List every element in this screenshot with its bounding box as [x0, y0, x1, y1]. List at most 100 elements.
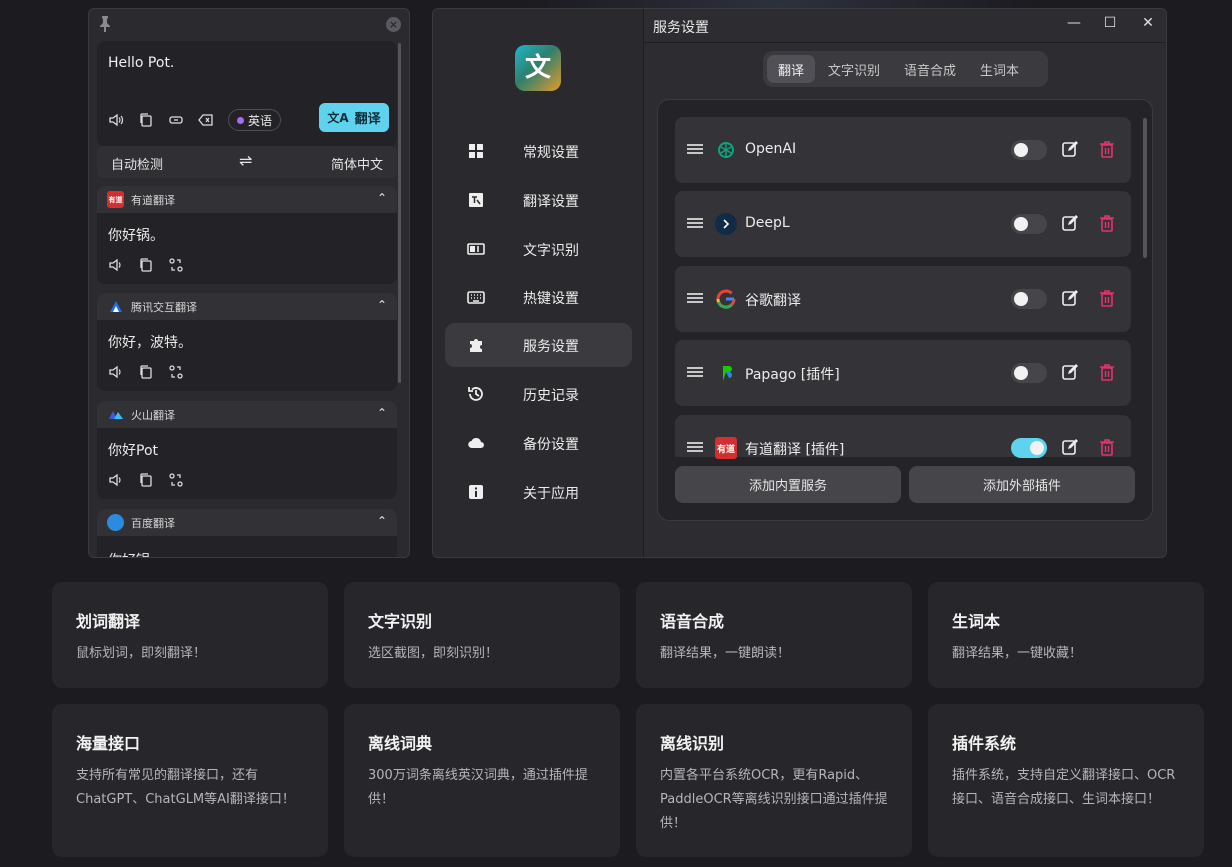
- cloud-icon: [467, 434, 485, 452]
- feature-description: 翻译结果，一键收藏！: [952, 646, 1083, 661]
- collapse-chevron-icon[interactable]: ⌃: [377, 406, 387, 420]
- delete-icon[interactable]: [1099, 140, 1115, 158]
- edit-icon[interactable]: [1061, 438, 1079, 456]
- drag-handle-icon[interactable]: [687, 442, 703, 452]
- delete-icon[interactable]: [1099, 363, 1115, 381]
- swap-languages-icon[interactable]: ⇌: [239, 151, 252, 170]
- feature-card-selection-translate: 划词翻译 鼠标划词，即刻翻译！: [52, 582, 328, 688]
- service-card-header[interactable]: 腾讯交互翻译 ⌃: [97, 293, 397, 320]
- feature-description: 支持所有常见的翻译接口，还有ChatGPT、ChatGLM等AI翻译接口！: [76, 768, 295, 807]
- service-card-header[interactable]: 火山翻译 ⌃: [97, 401, 397, 428]
- drag-handle-icon[interactable]: [687, 367, 703, 377]
- tab-tts[interactable]: 语音合成: [893, 55, 967, 83]
- service-row-youdao: 有道 有道翻译 [插件]: [675, 415, 1131, 459]
- edit-icon[interactable]: [1061, 363, 1079, 381]
- translation-result[interactable]: 你好，波特。: [97, 320, 397, 360]
- feature-description: 内置各平台系统OCR，更有Rapid、PaddleOCR等离线识别接口通过插件提…: [660, 768, 888, 831]
- service-toggle[interactable]: [1011, 438, 1047, 458]
- copy-icon[interactable]: [138, 257, 154, 273]
- delete-icon[interactable]: [1099, 289, 1115, 307]
- target-language-chip[interactable]: 英语: [228, 109, 282, 131]
- ocr-icon: [467, 240, 485, 258]
- add-plugin-button[interactable]: 添加外部插件: [909, 466, 1135, 503]
- sidebar-item-history[interactable]: 历史记录: [445, 372, 632, 416]
- translate-window: × Hello Pot. 英语 文A 翻译 自动检测 ⇌ 简体中文 有道 有道翻…: [88, 8, 410, 558]
- copy-icon[interactable]: [138, 112, 154, 128]
- sidebar-item-hotkey[interactable]: 热键设置: [445, 275, 632, 319]
- edit-icon[interactable]: [1061, 289, 1079, 307]
- service-name: 百度翻译: [131, 516, 175, 530]
- sidebar-item-translate[interactable]: 翻译设置: [445, 178, 632, 222]
- collapse-chevron-icon[interactable]: ⌃: [377, 514, 387, 528]
- youdao-logo-icon: 有道: [107, 191, 124, 208]
- edit-icon[interactable]: [1061, 140, 1079, 158]
- sidebar-item-backup[interactable]: 备份设置: [445, 421, 632, 465]
- service-card-header[interactable]: 有道 有道翻译 ⌃: [97, 186, 397, 213]
- maximize-button[interactable]: ☐: [1102, 15, 1118, 31]
- tab-translate[interactable]: 翻译: [767, 55, 816, 83]
- drag-handle-icon[interactable]: [687, 218, 703, 228]
- copy-icon[interactable]: [138, 364, 154, 380]
- settings-main: 服务设置 — ☐ ✕ 翻译 文字识别 语音合成 生词本 OpenAI DeepL…: [644, 9, 1166, 557]
- drag-handle-icon[interactable]: [687, 293, 703, 303]
- service-toggle[interactable]: [1011, 140, 1047, 160]
- pin-icon[interactable]: [97, 15, 113, 33]
- translate-window-titlebar: ×: [89, 9, 409, 39]
- sidebar-item-about[interactable]: 关于应用: [445, 470, 632, 514]
- translation-result[interactable]: 你好锅。: [97, 213, 397, 253]
- target-language-select[interactable]: 简体中文: [331, 154, 383, 173]
- tab-ocr[interactable]: 文字识别: [817, 55, 891, 83]
- speaker-icon[interactable]: [108, 472, 124, 488]
- close-icon[interactable]: ×: [386, 17, 401, 32]
- translate-button[interactable]: 文A 翻译: [319, 103, 389, 132]
- titlebar-divider: [644, 42, 1166, 43]
- papago-logo-icon: [715, 362, 737, 384]
- service-toggle[interactable]: [1011, 363, 1047, 383]
- retranslate-icon[interactable]: [168, 257, 184, 273]
- feature-description: 翻译结果，一键朗读！: [660, 646, 791, 661]
- clear-icon[interactable]: [198, 112, 214, 128]
- translation-result[interactable]: 你好Pot: [97, 428, 397, 468]
- retranslate-icon[interactable]: [168, 364, 184, 380]
- minimize-button[interactable]: —: [1066, 15, 1082, 31]
- sidebar-item-label: 常规设置: [523, 145, 579, 161]
- speaker-icon[interactable]: [108, 257, 124, 273]
- service-toggle[interactable]: [1011, 289, 1047, 309]
- sidebar-item-label: 文字识别: [523, 243, 579, 259]
- close-button[interactable]: ✕: [1140, 15, 1156, 31]
- delete-icon[interactable]: [1099, 438, 1115, 456]
- source-language-select[interactable]: 自动检测: [111, 154, 163, 173]
- sidebar-item-general[interactable]: 常规设置: [445, 129, 632, 173]
- edit-icon[interactable]: [1061, 214, 1079, 232]
- feature-card-ocr: 文字识别 选区截图，即刻识别！: [344, 582, 620, 688]
- source-text-box[interactable]: Hello Pot. 英语 文A 翻译: [97, 41, 397, 147]
- service-toggle[interactable]: [1011, 214, 1047, 234]
- feature-title: 划词翻译: [76, 612, 141, 631]
- speaker-icon[interactable]: [108, 112, 124, 128]
- source-text[interactable]: Hello Pot.: [108, 55, 174, 71]
- service-row-openai: OpenAI: [675, 117, 1131, 183]
- scrollbar[interactable]: [1143, 118, 1147, 258]
- delete-icon[interactable]: [1099, 214, 1115, 232]
- service-list-panel: OpenAI DeepL 谷歌翻译 Papago [插件] 有道 有道翻译 [插…: [657, 99, 1153, 521]
- collapse-chevron-icon[interactable]: ⌃: [377, 191, 387, 205]
- sidebar-item-ocr[interactable]: 文字识别: [445, 227, 632, 271]
- service-name: Papago [插件]: [745, 367, 840, 383]
- add-builtin-service-button[interactable]: 添加内置服务: [675, 466, 901, 503]
- baidu-logo-icon: [107, 514, 124, 531]
- app-logo: 文: [515, 45, 561, 91]
- scrollbar[interactable]: [398, 43, 401, 383]
- feature-card-offline-ocr: 离线识别 内置各平台系统OCR，更有Rapid、PaddleOCR等离线识别接口…: [636, 704, 912, 857]
- tab-wordbook[interactable]: 生词本: [969, 55, 1030, 83]
- retranslate-icon[interactable]: [168, 472, 184, 488]
- collapse-chevron-icon[interactable]: ⌃: [377, 298, 387, 312]
- sidebar-item-label: 热键设置: [523, 291, 579, 307]
- translation-result[interactable]: 你好锅: [97, 536, 397, 557]
- drag-handle-icon[interactable]: [687, 144, 703, 154]
- text-space-icon[interactable]: [168, 112, 184, 128]
- service-card-header[interactable]: 百度翻译 ⌃: [97, 509, 397, 536]
- youdao-logo-icon: 有道: [715, 437, 737, 459]
- speaker-icon[interactable]: [108, 364, 124, 380]
- copy-icon[interactable]: [138, 472, 154, 488]
- sidebar-item-service[interactable]: 服务设置: [445, 323, 632, 367]
